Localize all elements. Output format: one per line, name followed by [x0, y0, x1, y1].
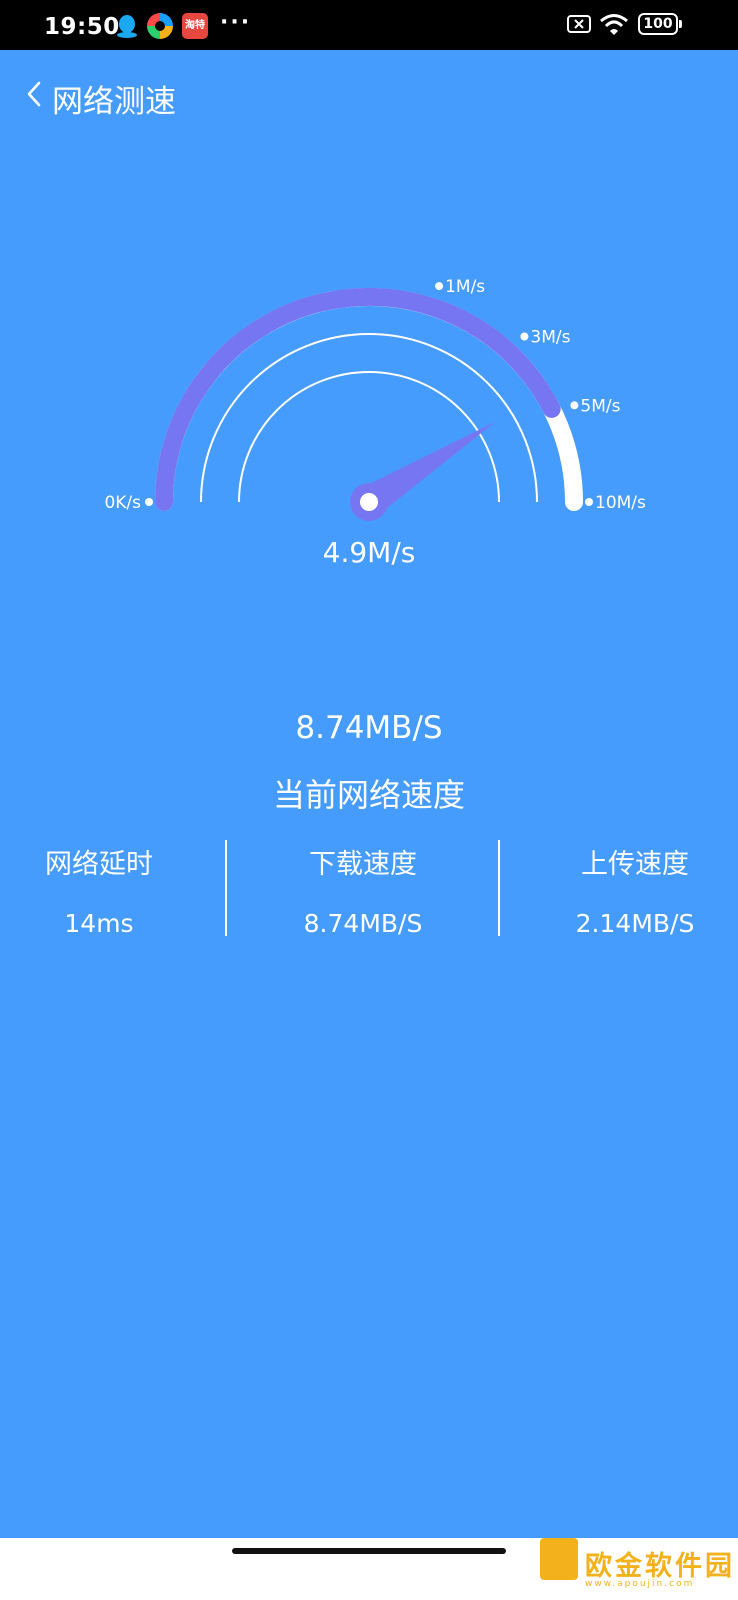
current-speed-value: 8.74MB/S [295, 710, 443, 746]
no-sim-icon [567, 15, 591, 33]
status-time: 19:50 [44, 14, 120, 40]
gauge-track [155, 288, 583, 511]
stat-download-label: 下载速度 [309, 849, 417, 880]
needle-hub-center [360, 493, 378, 511]
watermark-url: www.apoujin.com [585, 1579, 695, 1589]
stat-upload-label: 上传速度 [581, 849, 689, 880]
gauge-tick-dot [585, 498, 593, 506]
gauge-tick-label: 5M/s [580, 396, 620, 416]
qq-icon [114, 13, 140, 39]
gauge-tick-dot [570, 401, 579, 410]
gauge-tick-label: 1M/s [445, 277, 485, 297]
stat-upload: 上传速度 2.14MB/S [512, 842, 738, 938]
gauge-tick-label: 0K/s [104, 493, 141, 513]
divider [498, 840, 500, 936]
home-indicator[interactable] [232, 1548, 506, 1554]
divider [225, 840, 227, 936]
gauge-ring-inner [238, 371, 500, 503]
stat-download: 下载速度 8.74MB/S [240, 842, 486, 938]
stat-latency-label: 网络延时 [45, 849, 153, 880]
gauge-tick-label: 10M/s [595, 493, 646, 513]
gauge-tick-dot [520, 332, 529, 341]
gauge-tick-dot [435, 282, 444, 291]
stat-upload-value: 2.14MB/S [575, 909, 695, 938]
page-title: 网络测速 [52, 84, 176, 120]
taobao-special-icon: 淘特 [182, 13, 208, 39]
back-arrow-icon[interactable] [24, 80, 44, 108]
more-notifications-icon: ··· [220, 10, 252, 35]
gauge-ring-outer [200, 333, 538, 503]
stat-download-value: 8.74MB/S [303, 909, 423, 938]
gauge-fill [155, 287, 561, 511]
current-speed-label: 当前网络速度 [272, 776, 465, 814]
stat-latency-value: 14ms [64, 909, 134, 938]
battery-icon: 100 [638, 13, 682, 35]
gauge-tick-dot [145, 498, 153, 506]
stat-latency: 网络延时 14ms [0, 842, 222, 938]
status-bar: 19:50 淘特 ··· 100 [0, 0, 738, 50]
watermark-text: 欧金软件园 [585, 1551, 735, 1582]
header: 网络测速 [0, 50, 738, 140]
gauge-current-value: 4.9M/s [322, 536, 416, 569]
gauge-tick-label: 3M/s [530, 328, 570, 348]
wifi-icon [600, 14, 628, 35]
watermark-logo [540, 1538, 578, 1580]
pinwheel-app-icon [147, 13, 173, 39]
